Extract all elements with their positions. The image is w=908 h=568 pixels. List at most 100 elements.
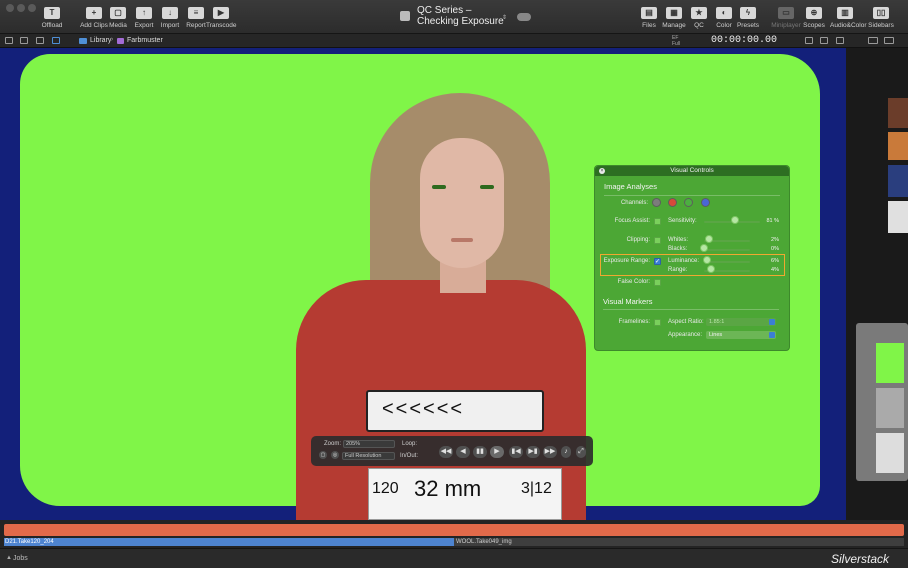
blacks-slider[interactable] bbox=[704, 249, 750, 251]
audio-track[interactable] bbox=[4, 524, 904, 536]
focus-assist-checkbox[interactable] bbox=[654, 218, 661, 225]
transcode-button[interactable]: ▶ Transcode bbox=[206, 7, 236, 29]
goto-out-button[interactable]: ▶▮ bbox=[526, 446, 540, 458]
fast-forward-button[interactable]: ▶▶ bbox=[543, 446, 557, 458]
timeline-clip[interactable] bbox=[4, 538, 454, 546]
range-slider-knob[interactable] bbox=[706, 265, 715, 273]
left-panel-icon[interactable] bbox=[868, 37, 878, 44]
aspect-ratio-select[interactable]: 1.85:1 bbox=[706, 318, 776, 326]
appearance-label: Appearance: bbox=[668, 332, 703, 338]
color-chip bbox=[888, 98, 908, 128]
miniplayer-icon: ▭ bbox=[778, 7, 794, 19]
step-back-button[interactable]: ◀ bbox=[456, 446, 470, 458]
timecode-mode[interactable]: EF Full bbox=[672, 35, 680, 47]
goto-in-button[interactable]: ▮◀ bbox=[509, 446, 523, 458]
color-chip bbox=[888, 132, 908, 160]
breadcrumb-library[interactable]: Library bbox=[90, 37, 111, 44]
inout-label: In/Out: bbox=[400, 453, 419, 459]
chevron-down-icon bbox=[769, 332, 775, 338]
zoom-select[interactable]: 205% bbox=[343, 440, 395, 448]
play-button[interactable]: ▶ bbox=[490, 446, 504, 458]
whites-slider-knob[interactable] bbox=[704, 235, 713, 243]
scopes-icon: ⊕ bbox=[806, 7, 822, 19]
project-title[interactable]: QC Series – Checking Exposure ⇕ bbox=[400, 5, 540, 31]
clipping-checkbox[interactable] bbox=[654, 237, 661, 244]
zoom-window-button[interactable] bbox=[28, 4, 36, 12]
slate-scene: 120 bbox=[372, 480, 399, 497]
project-stepper-icon[interactable]: ⇕ bbox=[502, 14, 507, 21]
fit-icon[interactable]: ▢ bbox=[319, 451, 327, 459]
color-chip bbox=[888, 165, 908, 197]
whites-value: 2% bbox=[771, 237, 779, 243]
add-clips-icon: + bbox=[86, 7, 102, 19]
timeline-clip[interactable] bbox=[454, 538, 904, 546]
jobs-button[interactable]: Jobs bbox=[13, 555, 28, 562]
subject-mouth bbox=[451, 238, 473, 242]
channels-label: Channels: bbox=[620, 200, 648, 206]
channel-blue-button[interactable] bbox=[701, 198, 710, 207]
subject-eye bbox=[480, 185, 494, 189]
viewer-view-icon[interactable] bbox=[52, 37, 60, 44]
audio-meter-icon[interactable] bbox=[836, 37, 844, 44]
right-panel-icon[interactable] bbox=[884, 37, 894, 44]
project-title-line2: Checking Exposure bbox=[417, 16, 504, 27]
status-bar: ▲ Jobs Silverstack bbox=[0, 548, 908, 568]
cloud-icon[interactable] bbox=[517, 13, 531, 21]
false-color-label: False Color: bbox=[617, 279, 650, 285]
breadcrumb-separator: › bbox=[111, 36, 114, 43]
luminance-slider-knob[interactable] bbox=[702, 256, 711, 264]
rewind-button[interactable]: ◀◀ bbox=[439, 446, 453, 458]
sensitivity-value: 81 % bbox=[766, 218, 779, 224]
loop-label: Loop: bbox=[402, 441, 418, 447]
channel-luma-button[interactable] bbox=[652, 198, 661, 207]
false-color-checkbox[interactable] bbox=[654, 279, 661, 286]
report-icon: ≡ bbox=[188, 7, 204, 19]
resolution-select[interactable]: Full Resolution bbox=[342, 452, 395, 460]
list-view-icon[interactable] bbox=[5, 37, 13, 44]
timeline[interactable]: D21.Take120_204 WOOL.Take049_img bbox=[0, 520, 908, 548]
luminance-slider[interactable] bbox=[704, 261, 750, 263]
range-label: Range: bbox=[668, 267, 688, 273]
sensitivity-slider-knob[interactable] bbox=[730, 216, 739, 224]
gray-patch bbox=[876, 388, 904, 428]
subject-eye bbox=[432, 185, 446, 189]
sidebars-button[interactable]: ▯▯ Sidebars bbox=[866, 7, 896, 29]
offload-button[interactable]: T Offload bbox=[37, 7, 67, 29]
framelines-checkbox[interactable] bbox=[654, 319, 661, 326]
subject-face bbox=[420, 138, 504, 268]
audio-color-icon: ▥ bbox=[837, 7, 853, 19]
exposure-range-checkbox[interactable]: ✓ bbox=[654, 258, 661, 265]
offload-icon: T bbox=[44, 7, 60, 19]
blacks-slider-knob[interactable] bbox=[700, 244, 708, 252]
miniplayer-button[interactable]: ▭ Miniplayer bbox=[771, 7, 801, 29]
audio-color-button[interactable]: ▥ Audio&Color bbox=[830, 7, 867, 29]
project-title-line1: QC Series – bbox=[417, 5, 472, 16]
grid-view-icon[interactable] bbox=[36, 37, 44, 44]
files-icon: ▤ bbox=[641, 7, 657, 19]
blacks-label: Blacks: bbox=[668, 246, 688, 252]
appearance-select[interactable]: Lines bbox=[706, 331, 776, 339]
channel-red-button[interactable] bbox=[668, 198, 677, 207]
pause-button[interactable]: ▮▮ bbox=[473, 446, 487, 458]
thumbnail-view-icon[interactable] bbox=[20, 37, 28, 44]
breadcrumb-bin[interactable]: Farbmuster bbox=[127, 37, 163, 44]
close-window-button[interactable] bbox=[6, 4, 14, 12]
fullscreen-icon[interactable]: ⤢ bbox=[576, 446, 586, 458]
manage-icon: ▦ bbox=[666, 7, 682, 19]
path-bar: Library › Farbmuster EF Full 00:00:00.00 bbox=[0, 34, 908, 48]
bin-icon bbox=[117, 38, 124, 44]
crop-icon[interactable]: ◎ bbox=[331, 451, 339, 459]
section-visual-markers: Visual Markers bbox=[603, 297, 653, 306]
audio-icon[interactable]: ♪ bbox=[561, 446, 571, 458]
dual-viewer-icon[interactable] bbox=[820, 37, 828, 44]
channel-green-button[interactable] bbox=[684, 198, 693, 207]
slate-date: 3|12 bbox=[521, 480, 552, 497]
single-viewer-icon[interactable] bbox=[805, 37, 813, 44]
visual-controls-titlebar[interactable]: × Visual Controls bbox=[595, 166, 789, 176]
sensitivity-label: Sensitivity: bbox=[668, 218, 697, 224]
presets-button[interactable]: ϟ Presets bbox=[733, 7, 763, 29]
scopes-button[interactable]: ⊕ Scopes bbox=[799, 7, 829, 29]
minimize-window-button[interactable] bbox=[17, 4, 25, 12]
import-icon: ↓ bbox=[162, 7, 178, 19]
disclosure-triangle-icon[interactable]: ▲ bbox=[6, 555, 12, 561]
